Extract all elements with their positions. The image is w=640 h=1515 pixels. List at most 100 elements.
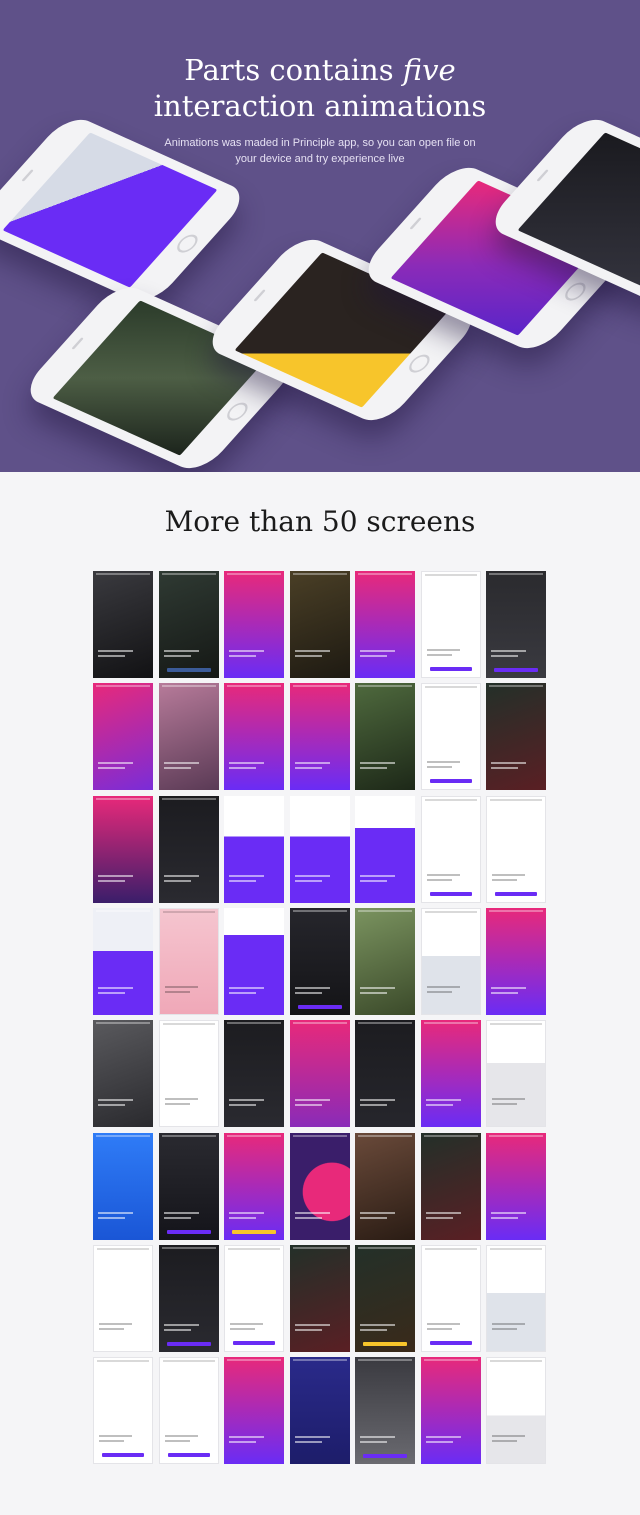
action-bar [102,1453,144,1458]
status-bar [358,685,412,688]
action-bar [494,668,538,672]
screen-thumbnail [93,907,153,1015]
text-line [425,1436,461,1439]
text-line [426,990,452,993]
screen-thumbnail [224,571,284,678]
text-line [425,1216,453,1219]
text-line [360,991,387,994]
screen-thumbnail [93,571,153,678]
text-line [229,767,256,770]
status-bar [96,797,150,800]
text-line [163,1216,191,1219]
text-line [163,1328,191,1331]
action-bar [429,1340,472,1345]
screen-thumbnail [93,1020,153,1128]
screen-thumbnail [420,1357,481,1465]
text-line [229,1441,256,1444]
screen-thumbnail [224,1244,284,1352]
action-bar [166,1341,211,1346]
text-line [98,986,133,989]
status-bar [424,1247,477,1250]
home-button [404,352,434,376]
phone-speaker [21,169,34,182]
text-line [294,1436,330,1439]
screen-thumbnail [420,571,481,678]
text-line [360,762,395,765]
text-line [425,1104,453,1107]
text-line [230,1327,255,1330]
text-line [360,1436,395,1439]
status-bar [227,573,281,575]
status-bar [292,573,347,575]
screen-thumbnail [355,1244,415,1352]
text-line [229,879,256,882]
text-line [360,1216,387,1219]
screen-thumbnail [355,571,415,678]
status-bar [292,1246,347,1249]
phone-speaker [71,337,84,350]
text-line [425,1211,461,1214]
status-bar [228,1247,280,1250]
text-line [99,1440,124,1443]
screen-thumbnail [158,683,219,791]
text-line [99,1435,132,1438]
text-line [294,762,330,765]
text-line [99,1322,132,1325]
text-line [491,991,518,994]
text-line [164,990,190,993]
action-bar [166,1229,211,1234]
text-line [294,1323,330,1326]
status-bar [292,1359,347,1362]
action-bar [297,1004,342,1009]
action-bar [363,1341,407,1346]
screens-section-title: More than 50 screens [164,505,476,538]
action-bar [429,891,472,896]
screen-thumbnail [355,907,415,1015]
text-line [229,762,264,765]
text-line [492,1327,517,1330]
status-bar [97,1247,149,1250]
status-bar [489,685,543,688]
status-bar [423,1359,478,1362]
status-bar [358,797,412,800]
text-line [98,650,133,652]
screen-thumbnail [486,1244,546,1352]
status-bar [96,1022,150,1025]
text-line [163,1323,199,1326]
text-line [98,879,125,882]
status-bar [424,686,477,689]
hero-banner: Parts contains five interaction animatio… [0,0,640,472]
text-line [492,873,525,876]
screen-thumbnail [158,1244,219,1352]
screen-thumbnail [224,1020,284,1128]
text-line [163,767,191,770]
screen-thumbnail [93,1132,153,1240]
text-line [360,1099,395,1102]
text-line [360,1211,395,1214]
screen-thumbnail [420,683,481,791]
hero-subtitle: Animations was maded in Principle app, s… [150,135,490,167]
screen-thumbnail [224,683,284,791]
text-line [229,986,264,989]
text-line [294,1099,330,1102]
text-line [425,1441,453,1444]
text-line [360,1104,387,1107]
text-line [229,1104,256,1107]
status-bar [358,1022,412,1025]
status-bar [490,1023,542,1026]
text-line [98,1211,133,1214]
status-bar [489,1134,543,1137]
status-bar [161,573,216,575]
screen-thumbnail [93,1357,153,1465]
text-line [294,874,330,877]
screen-thumbnail [355,1132,415,1240]
text-line [360,650,395,652]
status-bar [161,1246,216,1249]
status-bar [227,1022,281,1025]
status-bar [162,1023,215,1026]
status-bar [358,1134,412,1137]
screen-thumbnail [420,1244,481,1352]
text-line [360,655,387,657]
screen-thumbnail [420,907,481,1015]
text-line [229,1216,256,1219]
